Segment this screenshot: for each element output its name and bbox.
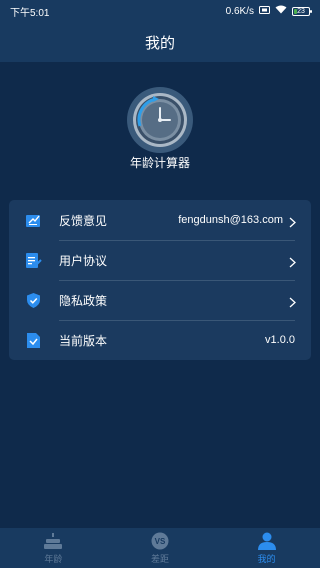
privacy-shield-icon	[25, 292, 42, 309]
status-time: 下午5:01	[10, 7, 50, 19]
menu-item-privacy-policy[interactable]: 隐私政策	[9, 280, 311, 320]
menu-item-feedback[interactable]: 反馈意见 fengdunsh@163.com	[9, 200, 311, 240]
chevron-right-icon	[289, 295, 296, 308]
app-logo-clock-icon	[126, 86, 194, 154]
menu-item-user-agreement[interactable]: 用户协议	[9, 240, 311, 280]
sim-icon	[259, 5, 270, 17]
tab-mine[interactable]: 我的	[213, 528, 320, 568]
nav-bar: 我的	[0, 22, 320, 62]
tab-bar: 年龄 VS 差距 我的	[0, 528, 320, 568]
chevron-right-icon	[289, 215, 296, 228]
wifi-icon	[275, 5, 287, 17]
settings-card: 反馈意见 fengdunsh@163.com 用户协议 隐私政策 当前版本 v1…	[9, 200, 311, 360]
tab-label: 差距	[151, 553, 170, 564]
menu-item-label: 隐私政策	[59, 293, 108, 308]
menu-item-label: 当前版本	[59, 333, 108, 348]
feedback-icon	[25, 212, 42, 229]
app-name: 年龄计算器	[129, 156, 190, 170]
cake-icon	[44, 532, 63, 549]
user-agreement-icon	[25, 252, 42, 269]
tab-label: 年龄	[44, 553, 63, 564]
tab-gap[interactable]: VS 差距	[107, 528, 214, 568]
svg-text:VS: VS	[155, 537, 166, 546]
network-speed: 0.6K/s	[225, 5, 254, 17]
menu-item-label: 用户协议	[59, 253, 108, 268]
version-value: v1.0.0	[265, 334, 295, 346]
version-icon	[25, 332, 42, 349]
person-icon	[257, 532, 276, 550]
menu-item-label: 反馈意见	[59, 213, 108, 228]
vs-icon: VS	[151, 532, 169, 549]
status-indicators: 0.6K/s 23	[225, 5, 312, 17]
tab-age[interactable]: 年龄	[0, 528, 107, 568]
chevron-right-icon	[289, 255, 296, 268]
battery-icon: 23	[292, 6, 312, 16]
tab-label: 我的	[257, 553, 276, 564]
battery-level: 23	[297, 7, 305, 15]
menu-item-current-version: 当前版本 v1.0.0	[9, 320, 311, 360]
feedback-email: fengdunsh@163.com	[178, 214, 283, 226]
status-bar: 下午5:01 0.6K/s 23	[0, 0, 320, 22]
page-title: 我的	[144, 34, 175, 52]
